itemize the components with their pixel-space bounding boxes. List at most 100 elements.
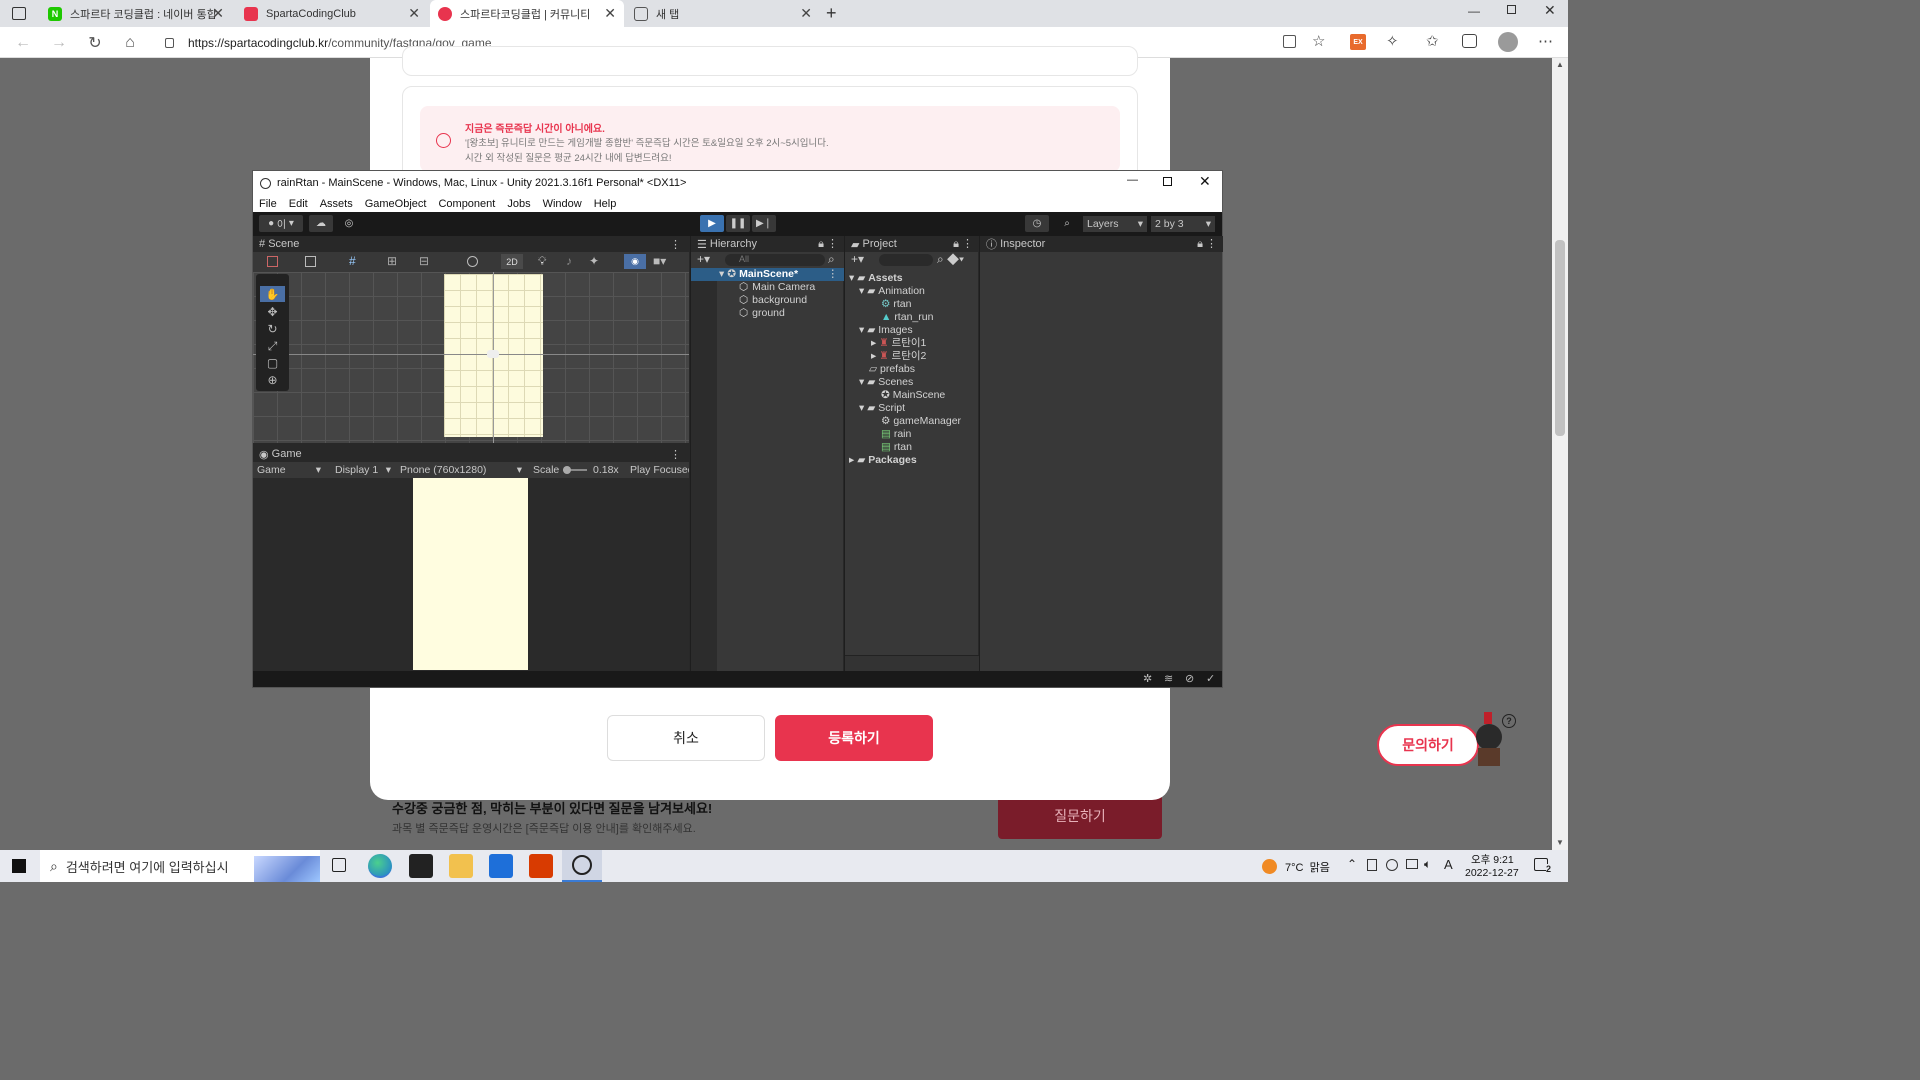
project-tab[interactable]: ▰ Project 🔒︎ ⋮ xyxy=(845,236,979,252)
transform-tool-icon[interactable]: ⊕ xyxy=(260,372,285,388)
windows-start-icon[interactable] xyxy=(12,859,26,873)
clock-time[interactable]: 오후 9:21 xyxy=(1471,852,1514,867)
office-icon[interactable] xyxy=(529,854,553,878)
menu-window[interactable]: Window xyxy=(543,198,582,210)
account-dropdown[interactable]: ● 이 ▾ xyxy=(259,215,303,232)
play-button[interactable]: ▶ xyxy=(700,215,724,232)
file-explorer-icon[interactable] xyxy=(449,854,473,878)
play-focused-dropdown[interactable]: Play Focused xyxy=(626,462,689,478)
forward-icon[interactable]: → xyxy=(48,32,70,54)
task-view-icon[interactable] xyxy=(332,858,346,872)
project-asset-rtan-run[interactable]: ▲ rtan_run xyxy=(881,311,933,324)
extensions-puzzle-icon[interactable]: ✧ xyxy=(1386,32,1399,50)
clock-date[interactable]: 2022-12-27 xyxy=(1465,867,1519,879)
menu-help[interactable]: Help xyxy=(594,198,617,210)
scrollbar-thumb[interactable] xyxy=(1555,240,1565,436)
shading-icon[interactable] xyxy=(305,256,316,267)
extension-ex-icon[interactable]: EX xyxy=(1350,34,1366,50)
audio-icon[interactable]: ♪ xyxy=(566,254,572,268)
submit-button[interactable]: 등록하기 xyxy=(775,715,933,761)
weather-text[interactable]: 7°C 맑음 xyxy=(1285,859,1330,875)
back-icon[interactable]: ← xyxy=(12,32,34,54)
unity-hub-taskbar-icon[interactable] xyxy=(562,850,602,882)
close-tab-icon[interactable]: ✕ xyxy=(800,5,812,22)
project-asset-mainscene[interactable]: ✪ MainScene xyxy=(881,389,945,402)
debug-bug-icon[interactable]: ✲ xyxy=(1143,672,1152,685)
taskbar-search-box[interactable]: ⌕ 검색하려면 여기에 입력하십시 xyxy=(40,850,320,882)
scene-viewport[interactable]: ✋ ✥ ↻ ⤢ ▢ ⊕ xyxy=(253,272,689,443)
close-window-icon[interactable]: ✕ xyxy=(1544,2,1556,19)
project-lock-icon[interactable]: 🔒︎ ⋮ xyxy=(953,237,973,251)
project-folder-animation[interactable]: ▾ ▰ Animation xyxy=(859,285,925,298)
check-status-icon[interactable]: ✓ xyxy=(1206,672,1215,685)
project-asset-rtan1[interactable]: ▸ ♜ 르탄이1 xyxy=(871,337,926,350)
settings-more-icon[interactable]: ⋯ xyxy=(1538,32,1553,50)
layers-stack-icon[interactable]: ≋ xyxy=(1164,672,1173,685)
menu-jobs[interactable]: Jobs xyxy=(507,198,530,210)
game-menu-icon[interactable]: ⋮ xyxy=(670,448,681,461)
scale-slider[interactable] xyxy=(563,466,587,474)
scroll-up-icon[interactable]: ▲ xyxy=(1556,60,1564,69)
cloud-icon[interactable]: ☁ xyxy=(309,215,333,232)
pause-button[interactable]: ❚❚ xyxy=(726,215,750,232)
lighting-icon[interactable]: 💡︎ xyxy=(538,254,546,269)
favorite-star-icon[interactable]: ☆ xyxy=(1312,32,1325,50)
hierarchy-item-main-camera[interactable]: ⬡ Main Camera xyxy=(739,281,815,294)
cancel-button[interactable]: 취소 xyxy=(607,715,765,761)
auto-generate-lighting-icon[interactable]: ⊘ xyxy=(1185,672,1194,685)
microsoft-store-icon[interactable] xyxy=(409,854,433,878)
volume-icon[interactable]: 🔈︎ xyxy=(1424,857,1431,872)
scale-tool-icon[interactable]: ⤢ xyxy=(260,338,285,354)
edge-browser-icon[interactable] xyxy=(368,854,392,878)
sphere-icon[interactable] xyxy=(467,256,478,267)
increment-snap-icon[interactable]: ⊟ xyxy=(419,254,429,268)
mail-icon[interactable] xyxy=(489,854,513,878)
inquiry-button[interactable]: 문의하기 xyxy=(1377,724,1479,766)
close-tab-icon[interactable]: ✕ xyxy=(604,5,616,22)
project-folder-assets[interactable]: ▾ ▰ Assets xyxy=(849,272,903,285)
project-folder-packages[interactable]: ▸ ▰ Packages xyxy=(849,454,917,467)
layout-dropdown[interactable]: 2 by 3 ▾ xyxy=(1151,216,1215,232)
close-tab-icon[interactable]: ✕ xyxy=(408,5,420,22)
resolution-dropdown[interactable]: Pnone (760x1280) ▾ xyxy=(396,462,526,478)
move-tool-icon[interactable]: ✥ xyxy=(260,304,285,320)
scale-slider-knob[interactable] xyxy=(563,466,571,474)
hand-tool-icon[interactable]: ✋ xyxy=(260,286,285,302)
search-icon[interactable]: ⌕ xyxy=(1055,215,1079,232)
new-tab-plus-icon[interactable]: + xyxy=(826,3,837,24)
project-asset-rtan-anim[interactable]: ⚙ rtan xyxy=(881,298,911,311)
app-available-icon[interactable] xyxy=(1283,35,1296,48)
game-tab[interactable]: ◉ Game ⋮ xyxy=(253,446,689,462)
project-filter-icon[interactable]: ⌕ ◆▾ xyxy=(937,252,964,267)
browser-tab-3-active[interactable]: 스파르타코딩클럽 | 커뮤니티 ✕ xyxy=(430,0,624,27)
inspector-lock-icon[interactable]: 🔒︎ ⋮ xyxy=(1197,237,1217,251)
scene-tab[interactable]: # Scene ⋮ xyxy=(253,236,689,252)
weather-sun-icon[interactable] xyxy=(1262,859,1277,874)
project-folder-script[interactable]: ▾ ▰ Script xyxy=(859,402,905,415)
project-folder-prefabs[interactable]: ▱ prefabs xyxy=(869,363,915,376)
hierarchy-tab[interactable]: ☰ Hierarchy 🔒︎ ⋮ xyxy=(691,236,844,252)
project-add-icon[interactable]: +▾ xyxy=(851,252,864,266)
hidden-objects-icon[interactable]: ◉ xyxy=(624,254,646,269)
tab-actions-icon[interactable] xyxy=(12,7,26,20)
scroll-down-icon[interactable]: ▼ xyxy=(1556,838,1564,847)
browser-tab-1[interactable]: N 스파르타 코딩클럽 : 네이버 통합 ✕ xyxy=(40,0,232,27)
project-folder-images[interactable]: ▾ ▰ Images xyxy=(859,324,913,337)
network-icon[interactable] xyxy=(1406,859,1418,869)
menu-component[interactable]: Component xyxy=(438,198,495,210)
inspector-tab[interactable]: ⓘ Inspector 🔒︎ ⋮ xyxy=(980,236,1223,252)
collections-icon[interactable] xyxy=(1462,34,1477,48)
history-icon[interactable]: ◷ xyxy=(1025,215,1049,232)
hierarchy-lock-icon[interactable]: 🔒︎ ⋮ xyxy=(818,237,838,251)
hierarchy-search-input[interactable]: All xyxy=(725,254,825,266)
project-folder-scenes[interactable]: ▾ ▰ Scenes xyxy=(859,376,913,389)
rect-tool-icon[interactable]: ▢ xyxy=(260,355,285,371)
page-scrollbar[interactable]: ▲ ▼ xyxy=(1552,58,1568,850)
menu-file[interactable]: File xyxy=(259,198,277,210)
hierarchy-item-ground[interactable]: ⬡ ground xyxy=(739,307,785,320)
layers-dropdown[interactable]: Layers ▾ xyxy=(1083,216,1147,232)
refresh-icon[interactable]: ↻ xyxy=(84,32,106,54)
hierarchy-search-options-icon[interactable]: ⌕ xyxy=(828,252,835,267)
step-button[interactable]: ▶❘ xyxy=(752,215,776,232)
profile-avatar[interactable] xyxy=(1498,32,1518,52)
